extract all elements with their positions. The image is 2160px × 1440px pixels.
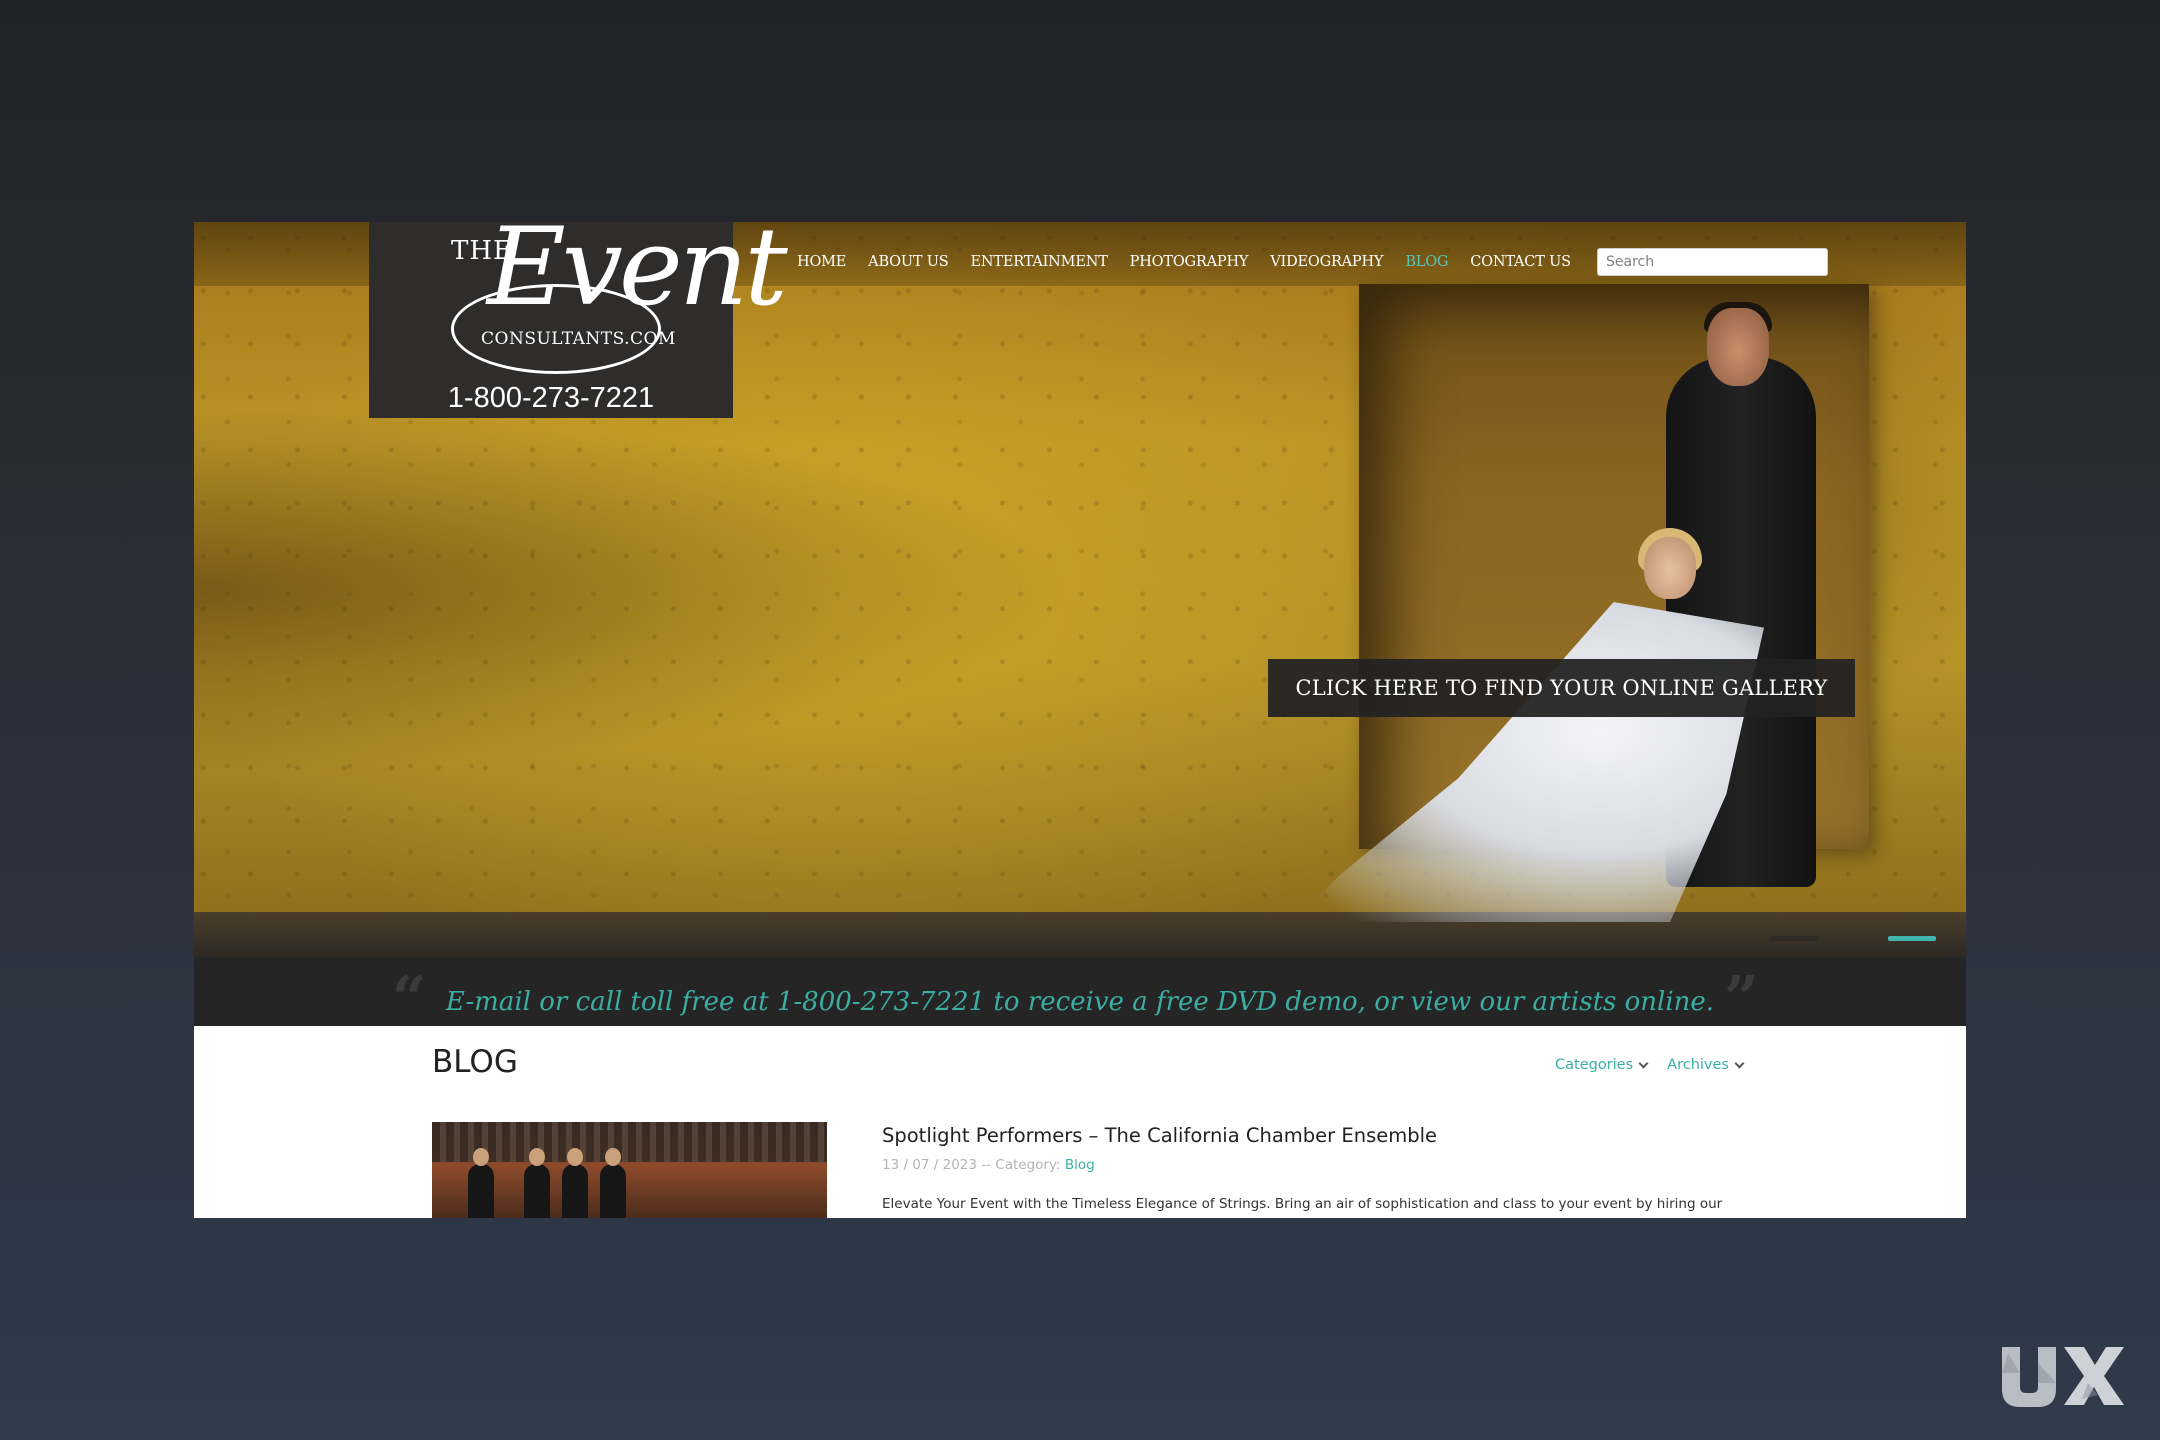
musician-figure	[468, 1148, 494, 1218]
main-nav: HOME ABOUT US ENTERTAINMENT PHOTOGRAPHY …	[786, 252, 1582, 272]
logo-event: Event	[487, 222, 788, 330]
archives-label: Archives	[1667, 1057, 1729, 1073]
slider-dot-1[interactable]	[1770, 936, 1818, 941]
ux-watermark-logo	[2002, 1347, 2124, 1407]
nav-videography[interactable]: VIDEOGRAPHY	[1259, 252, 1394, 272]
chevron-down-icon	[1734, 1058, 1745, 1068]
categories-dropdown[interactable]: Categories	[1555, 1057, 1649, 1073]
groom-head	[1707, 308, 1769, 386]
post-title[interactable]: Spotlight Performers – The California Ch…	[882, 1124, 1437, 1147]
post-meta-separator: -- Category:	[976, 1157, 1065, 1173]
bride-head	[1644, 537, 1696, 599]
search-input[interactable]	[1597, 248, 1828, 276]
nav-entertainment[interactable]: ENTERTAINMENT	[960, 252, 1119, 272]
site-logo[interactable]: THE Event CONSULTANTS.COM 1-800-273-7221	[369, 222, 788, 418]
archives-dropdown[interactable]: Archives	[1667, 1057, 1745, 1073]
blog-filters: Categories Archives	[1555, 1057, 1745, 1073]
nav-about-us[interactable]: ABOUT US	[857, 252, 959, 272]
slider-dot-2[interactable]	[1888, 936, 1936, 941]
post-thumbnail[interactable]	[432, 1122, 827, 1218]
post-date: 13 / 07 / 2023	[882, 1157, 977, 1173]
page-title: BLOG	[432, 1044, 518, 1080]
quote-text: E-mail or call toll free at 1-800-273-72…	[445, 987, 1715, 1017]
chevron-down-icon	[1638, 1058, 1649, 1068]
nav-home[interactable]: HOME	[786, 252, 857, 272]
quote-bar: “ E-mail or call toll free at 1-800-273-…	[194, 957, 1966, 1034]
musician-figure	[524, 1148, 550, 1218]
musician-figure	[562, 1148, 588, 1218]
blog-section: BLOG Categories Archives Spotlight Perfo…	[194, 1026, 1966, 1218]
post-excerpt: Elevate Your Event with the Timeless Ele…	[882, 1196, 1723, 1212]
floor	[194, 912, 1966, 957]
nav-photography[interactable]: PHOTOGRAPHY	[1119, 252, 1260, 272]
online-gallery-button[interactable]: CLICK HERE TO FIND YOUR ONLINE GALLERY	[1268, 659, 1855, 717]
hero-banner: THE Event CONSULTANTS.COM 1-800-273-7221…	[194, 222, 1966, 957]
post-meta: 13 / 07 / 2023 -- Category: Blog	[882, 1157, 1095, 1173]
post-category-link[interactable]: Blog	[1065, 1157, 1095, 1173]
logo-consultants: CONSULTANTS.COM	[481, 329, 676, 349]
nav-contact-us[interactable]: CONTACT US	[1459, 252, 1582, 272]
nav-blog[interactable]: BLOG	[1394, 252, 1459, 272]
close-quote-icon: ”	[1724, 964, 1759, 1034]
musician-figure	[600, 1148, 626, 1218]
logo-phone: 1-800-273-7221	[447, 382, 655, 414]
categories-label: Categories	[1555, 1057, 1634, 1073]
website-screenshot: THE Event CONSULTANTS.COM 1-800-273-7221…	[194, 222, 1966, 1218]
